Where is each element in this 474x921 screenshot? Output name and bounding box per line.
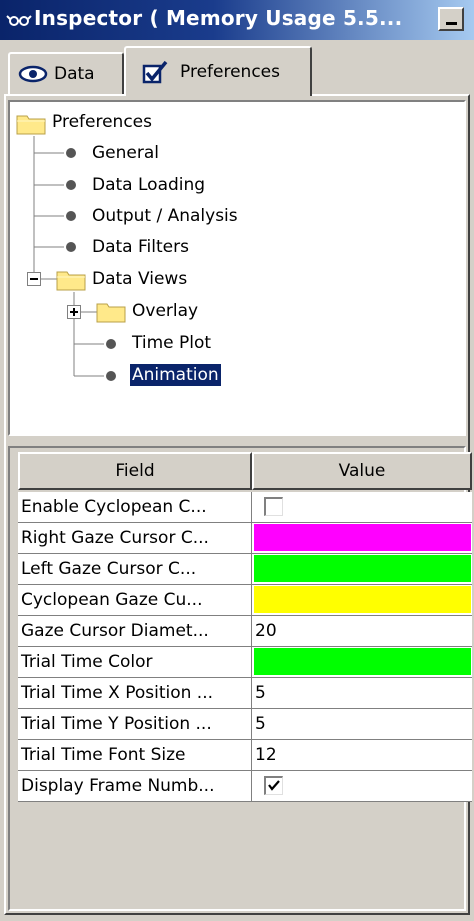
table-row[interactable]: Trial Time X Position ... 5 xyxy=(18,678,472,709)
table-row[interactable]: Left Gaze Cursor C... xyxy=(18,554,472,585)
value-cell[interactable]: 5 xyxy=(252,678,472,709)
field-name: Left Gaze Cursor C... xyxy=(18,554,252,585)
tree-item-preferences[interactable]: Preferences xyxy=(52,112,152,132)
field-name: Trial Time Font Size xyxy=(18,740,252,771)
tree-item-animation[interactable]: Animation xyxy=(130,364,221,386)
expand-toggle-icon[interactable] xyxy=(67,305,81,319)
checkmark-icon xyxy=(268,780,280,791)
window-title: Inspector ( Memory Usage 5.5... xyxy=(34,6,403,30)
value-cell[interactable] xyxy=(252,523,472,554)
color-swatch[interactable] xyxy=(254,648,471,675)
tree-item-general[interactable]: General xyxy=(92,143,159,163)
preferences-tree[interactable]: Preferences General Data Loading Output … xyxy=(8,100,466,436)
bullet-icon xyxy=(66,148,76,158)
table-row[interactable]: Cyclopean Gaze Cu... xyxy=(18,585,472,616)
table-row[interactable]: Trial Time Font Size 12 xyxy=(18,740,472,771)
tab-data-label: Data xyxy=(54,64,95,84)
minimize-icon xyxy=(446,22,457,25)
property-table: Field Value Enable Cyclopean C... Right … xyxy=(8,446,472,911)
table-row[interactable]: Gaze Cursor Diamet... 20 xyxy=(18,616,472,647)
tree-item-data-filters[interactable]: Data Filters xyxy=(92,237,189,257)
table-row[interactable]: Display Frame Numb... xyxy=(18,771,472,802)
splitter[interactable] xyxy=(8,438,466,446)
bullet-icon xyxy=(66,211,76,221)
table-row[interactable]: Trial Time Y Position ... 5 xyxy=(18,709,472,740)
value-cell[interactable] xyxy=(252,554,472,585)
field-name: Enable Cyclopean C... xyxy=(18,492,252,523)
checkbox-unchecked[interactable] xyxy=(264,497,283,516)
value-cell[interactable]: 5 xyxy=(252,709,472,740)
tree-item-time-plot[interactable]: Time Plot xyxy=(132,333,211,353)
tree-item-data-loading[interactable]: Data Loading xyxy=(92,175,205,195)
field-name: Trial Time Y Position ... xyxy=(18,709,252,740)
collapse-toggle-icon[interactable] xyxy=(27,272,41,286)
bullet-icon xyxy=(66,242,76,252)
table-row[interactable]: Enable Cyclopean C... xyxy=(18,492,472,523)
bullet-icon xyxy=(106,371,116,381)
tree-item-data-views[interactable]: Data Views xyxy=(92,269,187,289)
bullet-icon xyxy=(66,180,76,190)
value-cell[interactable]: 12 xyxy=(252,740,472,771)
title-bar[interactable]: Inspector ( Memory Usage 5.5... xyxy=(0,0,474,40)
tree-item-output-analysis[interactable]: Output / Analysis xyxy=(92,206,238,226)
tab-preferences[interactable]: Preferences xyxy=(124,46,312,96)
bullet-icon xyxy=(106,339,116,349)
field-name: Right Gaze Cursor C... xyxy=(18,523,252,554)
eye-icon xyxy=(18,65,48,83)
column-header-value[interactable]: Value xyxy=(252,452,472,490)
value-cell[interactable]: 20 xyxy=(252,616,472,647)
table-row[interactable]: Trial Time Color xyxy=(18,647,472,678)
field-name: Trial Time X Position ... xyxy=(18,678,252,709)
folder-closed-icon xyxy=(96,303,126,323)
value-cell[interactable] xyxy=(252,771,472,802)
color-swatch[interactable] xyxy=(254,586,471,613)
field-name: Display Frame Numb... xyxy=(18,771,252,802)
field-name: Gaze Cursor Diamet... xyxy=(18,616,252,647)
column-header-field[interactable]: Field xyxy=(18,452,252,490)
value-cell[interactable] xyxy=(252,647,472,678)
glasses-icon xyxy=(6,15,32,26)
color-swatch[interactable] xyxy=(254,555,471,582)
tab-preferences-label: Preferences xyxy=(180,62,280,82)
minimize-button[interactable] xyxy=(438,7,464,31)
folder-open-icon xyxy=(56,271,86,291)
tab-data[interactable]: Data xyxy=(8,52,124,94)
checkbox-checked[interactable] xyxy=(264,776,283,795)
field-name: Trial Time Color xyxy=(18,647,252,678)
tree-item-overlay[interactable]: Overlay xyxy=(132,301,198,321)
color-swatch[interactable] xyxy=(254,524,471,551)
table-row[interactable]: Right Gaze Cursor C... xyxy=(18,523,472,554)
checkbox-icon xyxy=(142,60,168,84)
field-name: Cyclopean Gaze Cu... xyxy=(18,585,252,616)
value-cell[interactable] xyxy=(252,492,472,523)
value-cell[interactable] xyxy=(252,585,472,616)
folder-open-icon xyxy=(16,115,46,135)
